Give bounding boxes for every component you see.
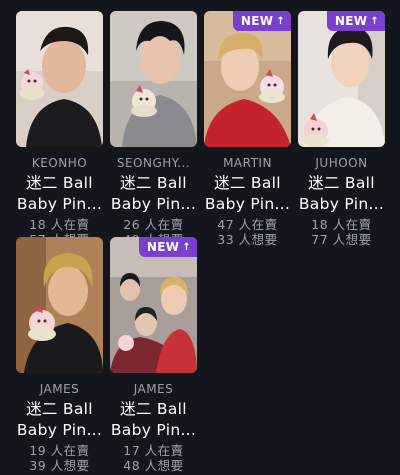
selling-count: 18 人在賣 — [29, 217, 90, 232]
selling-count: 17 人在賣 — [123, 443, 184, 458]
item-title-line1: 迷二 Ball — [26, 174, 93, 192]
item-title-line2: Baby Pin... — [110, 421, 197, 439]
member-name: MARTIN — [223, 156, 272, 170]
selling-count: 19 人在賣 — [29, 443, 90, 458]
photocard-image: NEW ↑ — [110, 237, 197, 373]
photocard-image: NEW ↑ — [204, 11, 291, 147]
up-arrow-icon: ↑ — [276, 15, 285, 27]
member-name: SEONGHY... — [116, 156, 191, 170]
photocard-item[interactable]: NEW ↑ JUHOON 迷二 Ball Baby Pin... 18 人在賣 … — [298, 11, 385, 247]
photocard-item[interactable]: JAMES 迷二 Ball Baby Pin... 19 人在賣 39 人想要 — [16, 237, 103, 473]
item-title-line2: Baby Pin... — [110, 195, 197, 213]
wanting-count: 48 人想要 — [123, 458, 184, 473]
wanting-count: 77 人想要 — [311, 232, 372, 247]
photocard-item[interactable]: NEW ↑ MARTIN 迷二 Ball Baby Pin... 47 人在賣 … — [204, 11, 291, 247]
wanting-count: 39 人想要 — [29, 458, 90, 473]
new-badge: NEW ↑ — [326, 11, 385, 31]
up-arrow-icon: ↑ — [182, 241, 191, 253]
member-name: KEONHO — [31, 156, 88, 170]
selling-count: 47 人在賣 — [217, 217, 278, 232]
badge-label: NEW — [146, 240, 180, 254]
item-title-line2: Baby Pin... — [16, 421, 103, 439]
item-title-line2: Baby Pin... — [16, 195, 103, 213]
up-arrow-icon: ↑ — [370, 15, 379, 27]
selling-count: 26 人在賣 — [123, 217, 184, 232]
badge-label: NEW — [334, 14, 368, 28]
new-badge: NEW ↑ — [232, 11, 291, 31]
photocard-image — [110, 11, 197, 147]
photocard-image: NEW ↑ — [298, 11, 385, 147]
selling-count: 18 人在賣 — [311, 217, 372, 232]
member-name: JAMES — [133, 382, 174, 396]
photocard-item[interactable]: SEONGHY... 迷二 Ball Baby Pin... 26 人在賣 49… — [110, 11, 197, 248]
item-title-line1: 迷二 Ball — [214, 174, 281, 192]
photocard-image — [16, 237, 103, 373]
wanting-count: 33 人想要 — [217, 232, 278, 247]
item-title-line1: 迷二 Ball — [120, 400, 187, 418]
photocard-item[interactable]: NEW ↑ JAMES 迷二 Ball Baby Pin... 17 人在賣 4… — [110, 237, 197, 473]
item-title-line1: 迷二 Ball — [26, 400, 93, 418]
item-title-line2: Baby Pin... — [204, 195, 291, 213]
item-title-line1: 迷二 Ball — [308, 174, 375, 192]
member-name: JUHOON — [315, 156, 368, 170]
badge-label: NEW — [240, 14, 274, 28]
item-title-line1: 迷二 Ball — [120, 174, 187, 192]
photocard-image — [16, 11, 103, 147]
item-title-line2: Baby Pin... — [298, 195, 385, 213]
photocard-item[interactable]: KEONHO 迷二 Ball Baby Pin... 18 人在賣 57 人想要 — [16, 11, 103, 248]
member-name: JAMES — [39, 382, 80, 396]
new-badge: NEW ↑ — [138, 237, 197, 257]
